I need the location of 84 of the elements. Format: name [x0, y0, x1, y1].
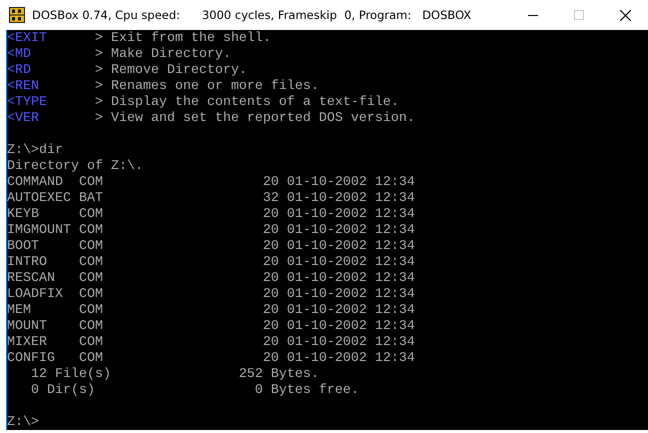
- file-extension: COM: [78, 351, 103, 367]
- command-name: <REN: [7, 79, 40, 95]
- file-date: 01-10-2002: [286, 191, 367, 207]
- file-date: 01-10-2002: [286, 335, 367, 351]
- summary-amount: 0 Bytes free.: [254, 383, 359, 399]
- file-size: 20: [262, 303, 279, 319]
- file-time: 12:34: [374, 255, 415, 271]
- file-time: 12:34: [374, 191, 415, 207]
- file-date: 01-10-2002: [286, 303, 367, 319]
- file-time: 12:34: [374, 335, 415, 351]
- file-extension: COM: [78, 207, 103, 223]
- file-extension: COM: [78, 319, 103, 335]
- file-size: 20: [262, 351, 279, 367]
- file-time: 12:34: [374, 351, 415, 367]
- summary-count: 0 Dir(s): [30, 383, 95, 398]
- file-extension: BAT: [78, 191, 103, 207]
- file-name: MOUNT: [7, 319, 48, 335]
- file-time: 12:34: [374, 271, 415, 287]
- command-name: <TYPE: [7, 95, 48, 111]
- file-time: 12:34: [374, 319, 415, 335]
- command-description: > Exit from the shell.: [94, 31, 271, 47]
- file-date: 01-10-2002: [286, 207, 367, 223]
- file-extension: COM: [78, 287, 103, 303]
- file-time: 12:34: [374, 303, 415, 319]
- summary-amount: 252 Bytes.: [238, 367, 319, 383]
- file-name: MEM: [7, 303, 32, 319]
- file-extension: COM: [78, 303, 103, 319]
- file-size: 20: [262, 223, 279, 239]
- summary-count: 12 File(s): [30, 367, 111, 382]
- console-line: Z:\>dir: [7, 143, 63, 159]
- file-size: 20: [262, 335, 279, 351]
- command-name: <MD: [7, 47, 32, 63]
- file-time: 12:34: [374, 239, 415, 255]
- file-extension: COM: [78, 335, 103, 351]
- file-date: 01-10-2002: [286, 223, 367, 239]
- command-name: <VER: [7, 111, 40, 127]
- console-line: Directory of Z:\.: [7, 159, 143, 175]
- file-time: 12:34: [374, 207, 415, 223]
- file-date: 01-10-2002: [286, 271, 367, 287]
- command-description: > Renames one or more files.: [94, 79, 319, 95]
- file-date: 01-10-2002: [286, 175, 367, 191]
- command-name: <RD: [7, 63, 32, 79]
- file-size: 20: [262, 239, 279, 255]
- file-size: 20: [262, 175, 279, 191]
- app-icon: [9, 7, 25, 23]
- file-date: 01-10-2002: [286, 319, 367, 335]
- file-size: 20: [262, 271, 279, 287]
- file-name: INTRO: [7, 255, 48, 271]
- file-extension: COM: [78, 271, 103, 287]
- file-extension: COM: [78, 239, 103, 255]
- file-extension: COM: [78, 175, 103, 191]
- file-extension: COM: [78, 223, 103, 239]
- file-name: CONFIG: [7, 351, 56, 367]
- file-size: 20: [262, 319, 279, 335]
- close-icon: [620, 10, 630, 20]
- console-line: Z:\>: [7, 415, 39, 431]
- file-name: RESCAN: [7, 271, 56, 287]
- file-size: 20: [262, 207, 279, 223]
- minimize-icon: [528, 14, 538, 16]
- file-date: 01-10-2002: [286, 255, 367, 271]
- file-name: IMGMOUNT: [7, 223, 72, 239]
- file-size: 20: [262, 287, 279, 303]
- command-description: > Make Directory.: [94, 47, 231, 63]
- command-description: > Display the contents of a text-file.: [94, 95, 399, 111]
- file-size: 32: [262, 191, 279, 207]
- file-name: AUTOEXEC: [7, 191, 72, 207]
- file-name: BOOT: [7, 239, 40, 255]
- file-time: 12:34: [374, 287, 415, 303]
- command-name: <EXIT: [7, 31, 48, 47]
- window-title: DOSBox 0.74, Cpu speed: 3000 cycles, Frameskip 0, Program: DOSBOX: [32, 8, 472, 22]
- file-time: 12:34: [374, 175, 415, 191]
- file-date: 01-10-2002: [286, 351, 367, 367]
- command-description: > View and set the reported DOS version.: [94, 111, 415, 127]
- file-name: MIXER: [7, 335, 48, 351]
- file-date: 01-10-2002: [286, 287, 367, 303]
- file-name: LOADFIX: [7, 287, 64, 303]
- file-size: 20: [262, 255, 279, 271]
- file-name: KEYB: [7, 207, 40, 223]
- file-time: 12:34: [374, 223, 415, 239]
- file-extension: COM: [78, 255, 103, 271]
- maximize-icon: [574, 10, 584, 20]
- file-name: COMMAND: [7, 175, 64, 191]
- command-description: > Remove Directory.: [94, 63, 247, 79]
- file-date: 01-10-2002: [286, 239, 367, 255]
